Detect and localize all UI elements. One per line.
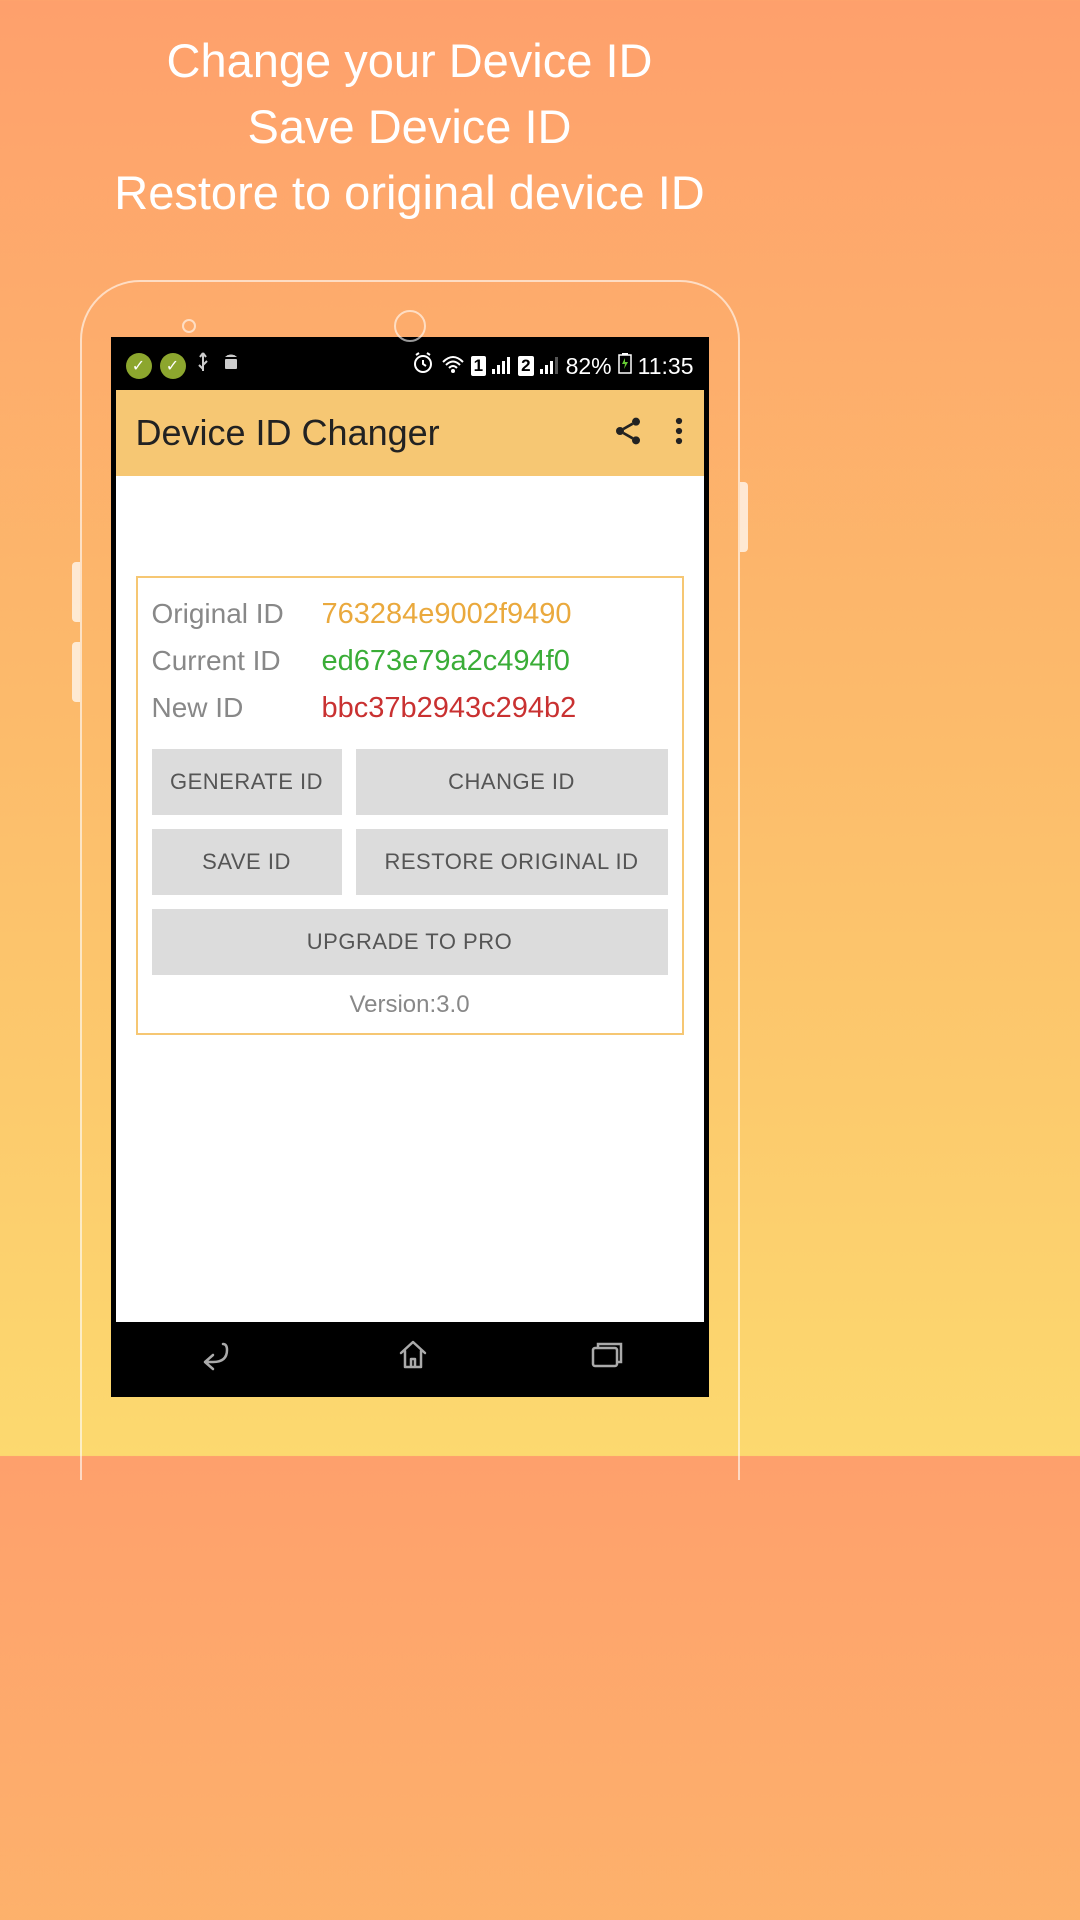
home-icon[interactable] xyxy=(395,1337,431,1378)
side-buttons-right xyxy=(740,482,748,552)
original-id-label: Original ID xyxy=(152,598,322,630)
change-id-button[interactable]: CHANGE ID xyxy=(356,749,668,815)
sim-badge-icon: 1 xyxy=(471,356,486,376)
battery-percent: 82% xyxy=(566,353,612,380)
clock-time: 11:35 xyxy=(638,353,694,380)
promo-line-2: Save Device ID xyxy=(20,94,799,160)
signal-icon xyxy=(492,353,512,380)
current-id-value: ed673e79a2c494f0 xyxy=(322,645,570,678)
share-icon[interactable] xyxy=(612,415,644,452)
alarm-icon xyxy=(411,351,435,381)
battery-icon xyxy=(618,352,632,380)
save-id-button[interactable]: SAVE ID xyxy=(152,829,342,895)
app-bar-actions xyxy=(612,415,684,452)
new-id-value: bbc37b2943c294b2 xyxy=(322,692,577,725)
phone-top-hardware xyxy=(82,310,738,342)
info-card: Original ID 763284e9002f9490 Current ID … xyxy=(136,576,684,1035)
wifi-icon xyxy=(441,353,465,380)
app-title: Device ID Changer xyxy=(136,412,440,454)
power-button xyxy=(740,482,748,552)
signal-icon xyxy=(540,353,560,380)
original-id-value: 763284e9002f9490 xyxy=(322,598,572,631)
volume-down-button xyxy=(72,642,80,702)
app-content: Original ID 763284e9002f9490 Current ID … xyxy=(116,476,704,1322)
speaker-dot xyxy=(182,319,196,333)
version-label: Version:3.0 xyxy=(152,991,668,1019)
volume-up-button xyxy=(72,562,80,622)
status-bar: ✓ ✓ 1 2 82% 11:35 xyxy=(116,342,704,390)
side-buttons-left xyxy=(72,562,80,722)
notification-icon: ✓ xyxy=(126,353,152,379)
promo-line-1: Change your Device ID xyxy=(20,28,799,94)
sim-badge-icon: 2 xyxy=(518,356,533,376)
camera-circle xyxy=(394,310,426,342)
button-grid: GENERATE ID CHANGE ID SAVE ID RESTORE OR… xyxy=(152,749,668,975)
notification-icon: ✓ xyxy=(160,353,186,379)
phone-frame: ✓ ✓ 1 2 82% 11:35 Device ID Changer xyxy=(80,280,740,1480)
android-icon xyxy=(220,351,242,381)
original-id-row: Original ID 763284e9002f9490 xyxy=(152,598,668,631)
recent-apps-icon[interactable] xyxy=(589,1340,625,1375)
generate-id-button[interactable]: GENERATE ID xyxy=(152,749,342,815)
new-id-row: New ID bbc37b2943c294b2 xyxy=(152,692,668,725)
more-icon[interactable] xyxy=(674,415,684,452)
phone-screen: ✓ ✓ 1 2 82% 11:35 Device ID Changer xyxy=(111,337,709,1397)
app-bar: Device ID Changer xyxy=(116,390,704,476)
promo-line-3: Restore to original device ID xyxy=(20,160,799,226)
promo-headline: Change your Device ID Save Device ID Res… xyxy=(0,0,819,245)
new-id-label: New ID xyxy=(152,692,322,724)
upgrade-to-pro-button[interactable]: UPGRADE TO PRO xyxy=(152,909,668,975)
restore-original-id-button[interactable]: RESTORE ORIGINAL ID xyxy=(356,829,668,895)
usb-icon xyxy=(194,351,212,381)
status-left-icons: ✓ ✓ xyxy=(126,351,242,381)
status-right-icons: 1 2 82% 11:35 xyxy=(411,351,694,381)
current-id-label: Current ID xyxy=(152,645,322,677)
nav-bar xyxy=(116,1322,704,1392)
back-icon[interactable] xyxy=(195,1338,237,1377)
current-id-row: Current ID ed673e79a2c494f0 xyxy=(152,645,668,678)
